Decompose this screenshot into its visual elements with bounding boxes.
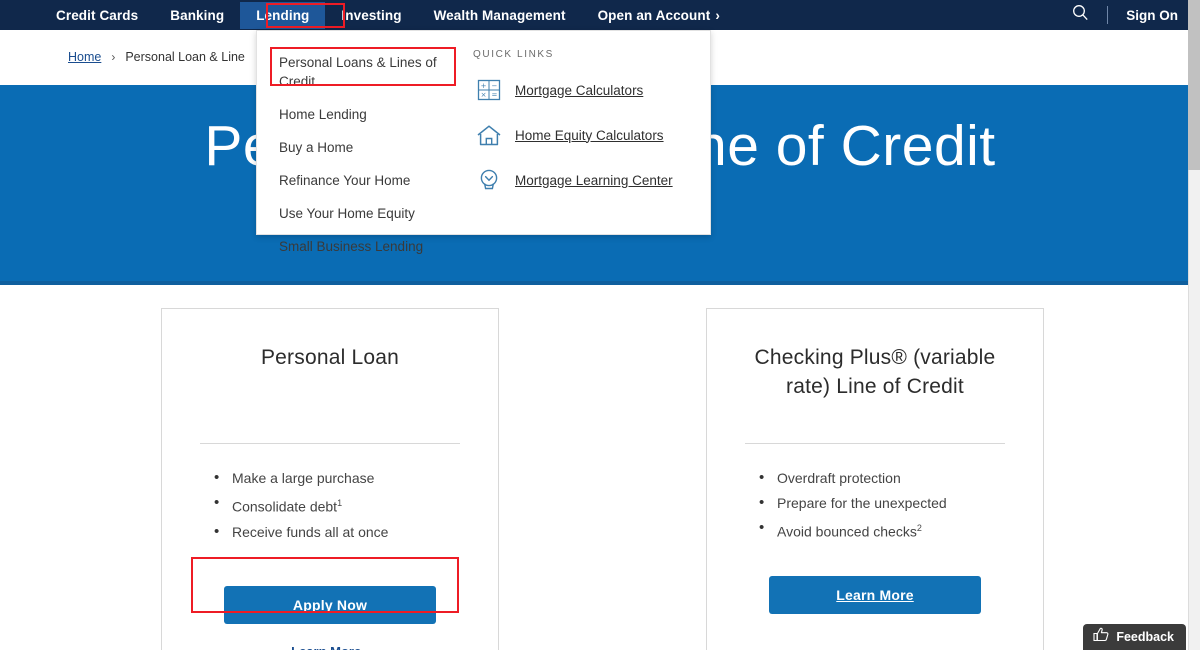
page-root: Credit Cards Banking Lending Investing W… xyxy=(0,0,1200,650)
feedback-tab[interactable]: Feedback xyxy=(1083,624,1186,650)
svg-text:×: × xyxy=(481,91,487,99)
quick-link-mortgage-learning-center[interactable]: Mortgage Learning Center xyxy=(473,166,710,194)
quick-link-home-equity-calculators[interactable]: Home Equity Calculators xyxy=(473,121,710,149)
quick-links-heading: QUICK LINKS xyxy=(473,49,554,60)
list-item: Overdraft protection xyxy=(759,465,1013,491)
svg-text:+: + xyxy=(481,82,487,90)
quick-link-label: Mortgage Learning Center xyxy=(515,172,673,188)
list-item: Avoid bounced checks2 xyxy=(759,515,1013,545)
list-item: Consolidate debt1 xyxy=(214,490,468,520)
breadcrumb-home-link[interactable]: Home xyxy=(68,50,101,64)
nav-label: Wealth Management xyxy=(433,7,566,23)
nav-label: Open an Account xyxy=(597,7,711,23)
apply-now-button[interactable]: Apply Now xyxy=(224,586,436,624)
breadcrumb-current-page: Personal Loan & Line xyxy=(125,50,245,64)
lending-dropdown-menu: Personal Loans & Lines of Credit Home Le… xyxy=(256,30,711,254)
footnote-marker: 1 xyxy=(337,498,343,508)
nav-item-wealth-management[interactable]: Wealth Management xyxy=(418,2,582,29)
card-benefit-list: Make a large purchase Consolidate debt1 … xyxy=(192,465,468,545)
learn-more-label: Learn More xyxy=(291,644,361,650)
page-scrollbar[interactable] xyxy=(1188,0,1200,650)
card-divider xyxy=(745,443,1005,444)
dropdown-item-label: Home Lending xyxy=(279,107,367,122)
dropdown-item-personal-loans[interactable]: Personal Loans & Lines of Credit xyxy=(275,47,465,98)
search-button[interactable] xyxy=(1054,4,1107,26)
bullet-text: Avoid bounced checks xyxy=(777,523,917,540)
card-divider xyxy=(200,443,460,444)
dropdown-item-use-your-home-equity[interactable]: Use Your Home Equity xyxy=(275,197,465,230)
footnote-marker: 2 xyxy=(916,523,922,533)
learn-more-button[interactable]: Learn More xyxy=(769,576,981,614)
nav-utility-group: Sign On xyxy=(1054,0,1200,30)
breadcrumb-separator-icon: › xyxy=(111,50,116,64)
dropdown-primary-links: Personal Loans & Lines of Credit Home Le… xyxy=(257,31,467,254)
search-icon xyxy=(1072,4,1089,26)
nav-item-open-an-account[interactable]: Open an Account › xyxy=(582,2,736,29)
sign-on-label: Sign On xyxy=(1126,7,1178,23)
card-cta-area: Apply Now Learn More› xyxy=(192,586,468,650)
bullet-text: Make a large purchase xyxy=(232,470,375,486)
list-item: Receive funds all at once xyxy=(214,519,468,545)
chevron-right-icon: › xyxy=(715,7,720,23)
quick-link-mortgage-calculators[interactable]: + − × = Mortgage Calculators xyxy=(473,76,710,104)
nav-label: Credit Cards xyxy=(56,7,139,23)
card-benefit-list: Overdraft protection Prepare for the une… xyxy=(737,465,1013,545)
calculator-icon: + − × = xyxy=(473,76,505,104)
lightbulb-icon xyxy=(473,166,505,194)
sign-on-button[interactable]: Sign On xyxy=(1108,8,1200,23)
bullet-text: Prepare for the unexpected xyxy=(777,495,947,511)
nav-item-lending[interactable]: Lending xyxy=(240,1,326,29)
nav-item-investing[interactable]: Investing xyxy=(325,2,417,29)
dropdown-quick-links: QUICK LINKS + − × = Mortgage Calculators xyxy=(467,31,710,234)
card-title: Checking Plus® (variable rate) Line of C… xyxy=(754,346,996,398)
bullet-text: Overdraft protection xyxy=(777,470,901,486)
bullet-text: Receive funds all at once xyxy=(232,523,389,540)
nav-item-credit-cards[interactable]: Credit Cards xyxy=(40,2,154,29)
list-item: Prepare for the unexpected xyxy=(759,490,1013,516)
dropdown-item-label: Refinance Your Home xyxy=(279,173,411,188)
house-icon xyxy=(473,121,505,149)
nav-label: Banking xyxy=(170,7,225,23)
dropdown-item-label: Personal Loans & Lines of Credit xyxy=(279,55,437,89)
list-item: Make a large purchase xyxy=(214,465,468,491)
dropdown-item-buy-a-home[interactable]: Buy a Home xyxy=(275,131,465,164)
dropdown-item-refinance-your-home[interactable]: Refinance Your Home xyxy=(275,164,465,197)
quick-link-label: Mortgage Calculators xyxy=(515,82,644,98)
bullet-text: Consolidate debt xyxy=(232,498,338,515)
nav-label: Lending xyxy=(256,7,310,23)
dropdown-item-label: Small Business Lending xyxy=(279,239,424,254)
scrollbar-thumb[interactable] xyxy=(1188,0,1200,170)
nav-items-group: Credit Cards Banking Lending Investing W… xyxy=(40,1,736,29)
quick-link-label: Home Equity Calculators xyxy=(515,127,664,143)
nav-label: Investing xyxy=(341,7,402,23)
thumbs-up-icon xyxy=(1093,627,1109,647)
product-card-checking-plus: Checking Plus® (variable rate) Line of C… xyxy=(706,308,1044,650)
dropdown-item-home-lending[interactable]: Home Lending xyxy=(275,98,465,131)
dropdown-item-label: Buy a Home xyxy=(279,140,354,155)
svg-text:−: − xyxy=(491,82,497,90)
card-title: Personal Loan xyxy=(260,346,400,369)
dropdown-item-small-business-lending[interactable]: Small Business Lending xyxy=(275,230,465,263)
svg-text:=: = xyxy=(491,91,497,99)
card-cta-area: Learn More xyxy=(737,576,1013,614)
learn-more-link[interactable]: Learn More› xyxy=(192,644,468,650)
feedback-label: Feedback xyxy=(1116,630,1174,644)
product-card-personal-loan: Personal Loan Make a large purchase Cons… xyxy=(161,308,499,650)
card-title-block: Personal Loan xyxy=(192,331,468,443)
card-title-block: Checking Plus® (variable rate) Line of C… xyxy=(737,331,1013,443)
nav-item-banking[interactable]: Banking xyxy=(154,2,240,29)
dropdown-item-label: Use Your Home Equity xyxy=(279,206,415,221)
top-navigation-bar: Credit Cards Banking Lending Investing W… xyxy=(0,0,1200,30)
main-content: Personal Loan Make a large purchase Cons… xyxy=(0,285,1200,650)
